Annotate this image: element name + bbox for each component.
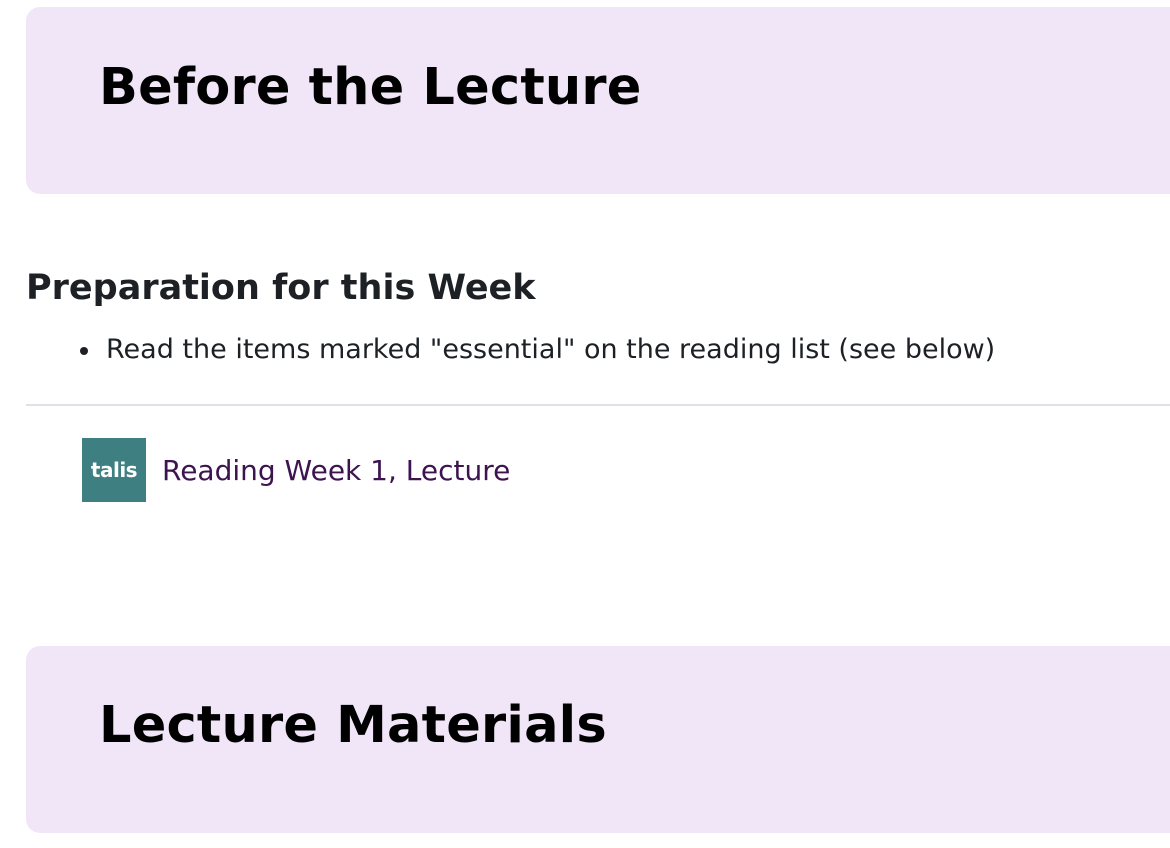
section-title: Lecture Materials <box>99 696 607 755</box>
divider <box>26 404 1170 406</box>
section-header-lecture-materials: Lecture Materials <box>26 646 1170 833</box>
talis-icon[interactable]: talis <box>82 438 146 502</box>
bullet-icon <box>80 347 88 355</box>
section-header-before-the-lecture: Before the Lecture <box>26 7 1170 194</box>
course-page: Before the Lecture Preparation for this … <box>0 0 1170 848</box>
section-title: Before the Lecture <box>99 58 642 117</box>
reading-list-link[interactable]: Reading Week 1, Lecture <box>162 454 510 487</box>
reading-list-activity[interactable]: talis Reading Week 1, Lecture <box>82 438 510 502</box>
list-item: Read the items marked "essential" on the… <box>78 333 995 367</box>
preparation-list: Read the items marked "essential" on the… <box>78 333 995 367</box>
list-item-text: Read the items marked "essential" on the… <box>106 334 996 365</box>
preparation-heading: Preparation for this Week <box>26 268 536 308</box>
